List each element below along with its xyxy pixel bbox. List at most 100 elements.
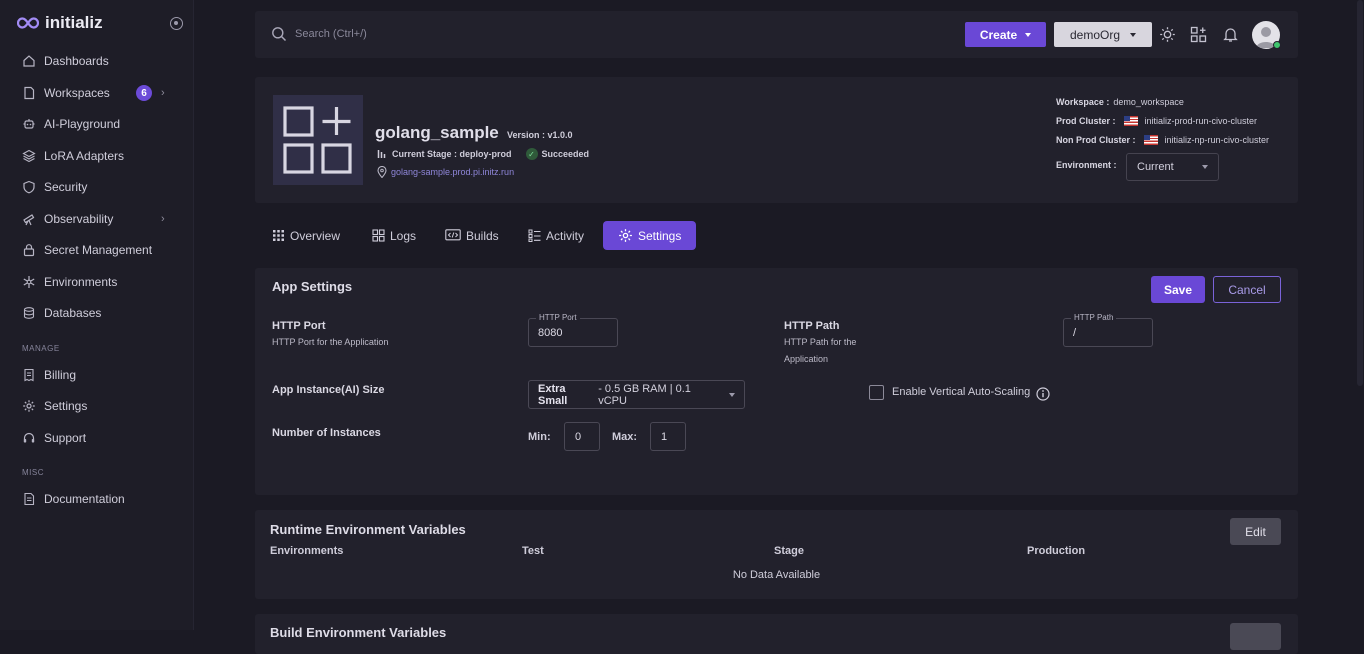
workspace-value: demo_workspace — [1113, 97, 1184, 107]
sun-icon[interactable] — [1159, 26, 1176, 43]
scrollbar-thumb[interactable] — [1357, 0, 1363, 386]
sidebar-item-security[interactable]: Security — [22, 176, 182, 198]
tab-label: Overview — [290, 228, 341, 243]
code-icon — [445, 229, 461, 241]
http-path-legend: HTTP Path — [1071, 313, 1117, 322]
online-status-dot — [1273, 41, 1281, 49]
tab-logs[interactable]: Logs — [366, 221, 422, 250]
sidebar-item-label: Documentation — [44, 492, 125, 506]
sidebar-item-label: Workspaces — [44, 86, 110, 100]
info-icon[interactable] — [1036, 387, 1050, 401]
max-instances-input[interactable]: 1 — [650, 422, 686, 451]
sidebar-item-dashboards[interactable]: Dashboards — [22, 50, 182, 72]
http-path-input[interactable]: HTTP Path / — [1063, 313, 1153, 347]
app-version: Version : v1.0.0 — [507, 130, 573, 140]
lock-icon — [22, 243, 36, 257]
document-icon — [22, 492, 36, 506]
min-instances-input[interactable]: 0 — [564, 422, 600, 451]
environment-select[interactable]: Current — [1126, 153, 1219, 181]
sidebar-item-settings[interactable]: Settings — [22, 395, 182, 417]
max-label: Max: — [612, 431, 638, 443]
sidebar-item-label: Secret Management — [44, 243, 153, 257]
create-button[interactable]: Create — [965, 22, 1046, 47]
sidebar-item-label: Environments — [44, 275, 118, 289]
column-header: Stage — [774, 545, 804, 557]
app-url-row: golang-sample.prod.pi.initz.run — [377, 166, 514, 178]
instance-size-select[interactable]: Extra Small - 0.5 GB RAM | 0.1 vCPU — [528, 380, 745, 409]
runtime-env-card: Runtime Environment Variables Edit Envir… — [255, 510, 1298, 599]
app-logo — [273, 95, 363, 185]
apps-add-icon[interactable] — [1190, 26, 1207, 43]
nonprod-cluster-meta: Non Prod Cluster : initializ-np-run-civo… — [1056, 135, 1269, 145]
brand-name: initializ — [45, 13, 103, 32]
vertical-autoscaling-checkbox[interactable] — [869, 385, 884, 400]
sidebar-item-observability[interactable]: Observability › — [22, 208, 182, 230]
activity-icon — [528, 229, 541, 242]
sidebar-collapse-toggle[interactable] — [170, 17, 183, 30]
org-selector[interactable]: demoOrg — [1054, 22, 1152, 47]
workspaces-count-badge: 6 — [136, 85, 152, 101]
vertical-autoscaling-label: Enable Vertical Auto-Scaling — [892, 386, 1031, 398]
min-instances-value: 0 — [575, 430, 582, 443]
sidebar-item-workspaces[interactable]: Workspaces 6 › — [22, 82, 182, 104]
top-bar: Create demoOrg — [255, 11, 1298, 58]
search-input[interactable] — [295, 24, 595, 44]
sidebar-item-secret-management[interactable]: Secret Management — [22, 239, 182, 261]
http-path-label: HTTP Path — [784, 320, 840, 332]
environment-meta: Environment : — [1056, 160, 1117, 170]
tab-builds[interactable]: Builds — [439, 221, 505, 250]
instances-label: Number of Instances — [272, 427, 381, 439]
brand-logo[interactable]: initializ — [17, 13, 103, 33]
sidebar-item-lora-adapters[interactable]: LoRA Adapters — [22, 145, 182, 167]
robot-icon — [22, 117, 36, 131]
prod-cluster-label: Prod Cluster : — [1056, 116, 1116, 126]
bell-icon[interactable] — [1222, 26, 1239, 43]
sidebar-item-label: Support — [44, 431, 87, 445]
http-port-label: HTTP Port — [272, 320, 326, 332]
instance-size-label: App Instance(AI) Size — [272, 384, 385, 396]
tab-settings[interactable]: Settings — [603, 221, 697, 250]
status-badge: ✓ Succeeded — [525, 148, 589, 160]
stage-row: Current Stage : deploy-prod ✓ Succeeded — [377, 148, 589, 160]
column-header: Environments — [270, 545, 344, 557]
save-button[interactable]: Save — [1151, 276, 1205, 303]
sidebar-item-label: Dashboards — [44, 54, 109, 68]
http-path-desc-line: HTTP Path for the — [784, 337, 857, 347]
nonprod-cluster-label: Non Prod Cluster : — [1056, 135, 1136, 145]
cancel-button[interactable]: Cancel — [1213, 276, 1281, 303]
gear-icon — [619, 229, 632, 242]
tab-activity[interactable]: Activity — [522, 221, 590, 250]
http-port-value: 8080 — [538, 326, 563, 339]
shield-icon — [22, 180, 36, 194]
chevron-right-icon: › — [161, 213, 165, 225]
section-label-manage: MANAGE — [22, 344, 60, 353]
sidebar-item-billing[interactable]: Billing — [22, 364, 182, 386]
chevron-down-icon — [729, 392, 735, 397]
sidebar-item-label: Billing — [44, 368, 77, 382]
column-header: Production — [1027, 545, 1086, 557]
tab-label: Activity — [546, 228, 585, 243]
sidebar-item-ai-playground[interactable]: AI-Playground — [22, 113, 182, 135]
sidebar-item-documentation[interactable]: Documentation — [22, 488, 182, 510]
sidebar: initializ Dashboards Workspaces 6 › AI-P… — [0, 0, 194, 630]
http-port-input[interactable]: HTTP Port 8080 — [528, 313, 618, 347]
sidebar-item-environments[interactable]: Environments — [22, 271, 182, 293]
prod-cluster-value: initializ-prod-run-civo-cluster — [1144, 116, 1258, 126]
tab-label: Builds — [466, 228, 499, 243]
http-path-desc: HTTP Path for the Application — [784, 334, 856, 368]
app-url-link[interactable]: golang-sample.prod.pi.initz.run — [391, 167, 514, 177]
environment-select-value: Current — [1137, 161, 1174, 173]
org-selector-label: demoOrg — [1069, 27, 1121, 42]
page-scrollbar[interactable] — [1356, 0, 1364, 630]
tab-overview[interactable]: Overview — [266, 221, 346, 250]
empty-state: No Data Available — [732, 569, 821, 581]
sidebar-item-support[interactable]: Support — [22, 427, 182, 449]
edit-runtime-env-button[interactable]: Edit — [1230, 518, 1281, 545]
max-instances-value: 1 — [661, 430, 668, 443]
gear-icon — [22, 399, 36, 413]
section-label-misc: MISC — [22, 468, 44, 477]
sidebar-item-databases[interactable]: Databases — [22, 302, 182, 324]
workspace-label: Workspace : — [1056, 97, 1110, 107]
tab-label: Logs — [390, 228, 417, 243]
edit-build-env-button[interactable] — [1230, 623, 1281, 650]
